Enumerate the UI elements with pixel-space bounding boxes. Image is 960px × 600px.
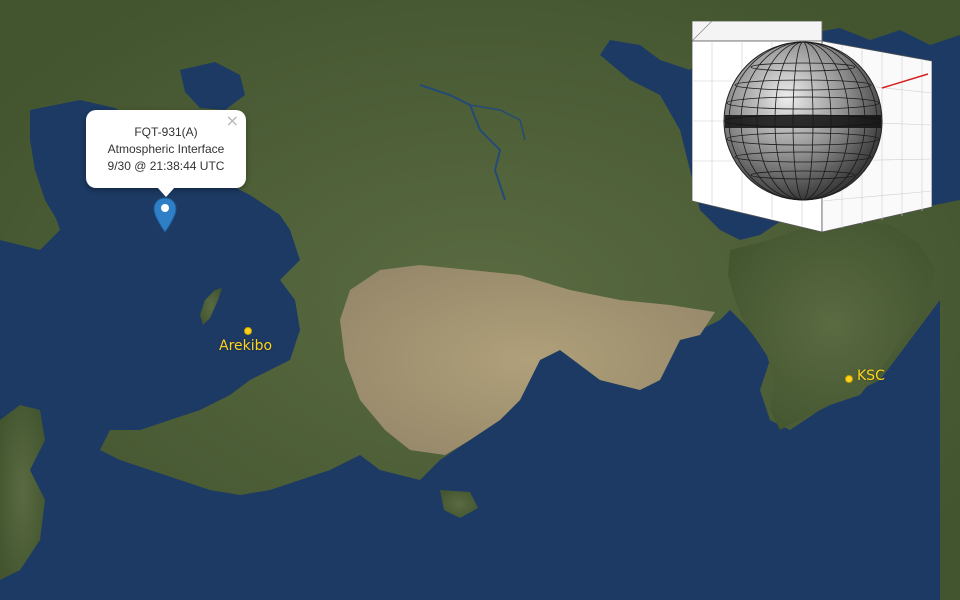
- popup-vehicle-id: FQT-931(A): [134, 125, 198, 139]
- map-pin-icon[interactable]: [151, 196, 179, 236]
- close-icon[interactable]: ×: [226, 113, 239, 129]
- map-view[interactable]: Arekibo KSC × FQT-931(A) Atmospheric Int…: [0, 0, 960, 600]
- cube-top-face: [692, 21, 823, 42]
- popup-event: Atmospheric Interface: [107, 142, 225, 156]
- place-dot-arekibo[interactable]: [244, 327, 252, 335]
- globe-equator-band: [725, 115, 881, 128]
- marker-popup: × FQT-931(A) Atmospheric Interface 9/30 …: [86, 110, 246, 188]
- wireframe-globe-icon: [692, 21, 932, 232]
- place-label-arekibo[interactable]: Arekibo: [219, 338, 272, 354]
- popup-timestamp: 9/30 @ 21:38:44 UTC: [107, 159, 225, 173]
- place-label-ksc[interactable]: KSC: [857, 368, 885, 384]
- place-dot-ksc[interactable]: [845, 375, 853, 383]
